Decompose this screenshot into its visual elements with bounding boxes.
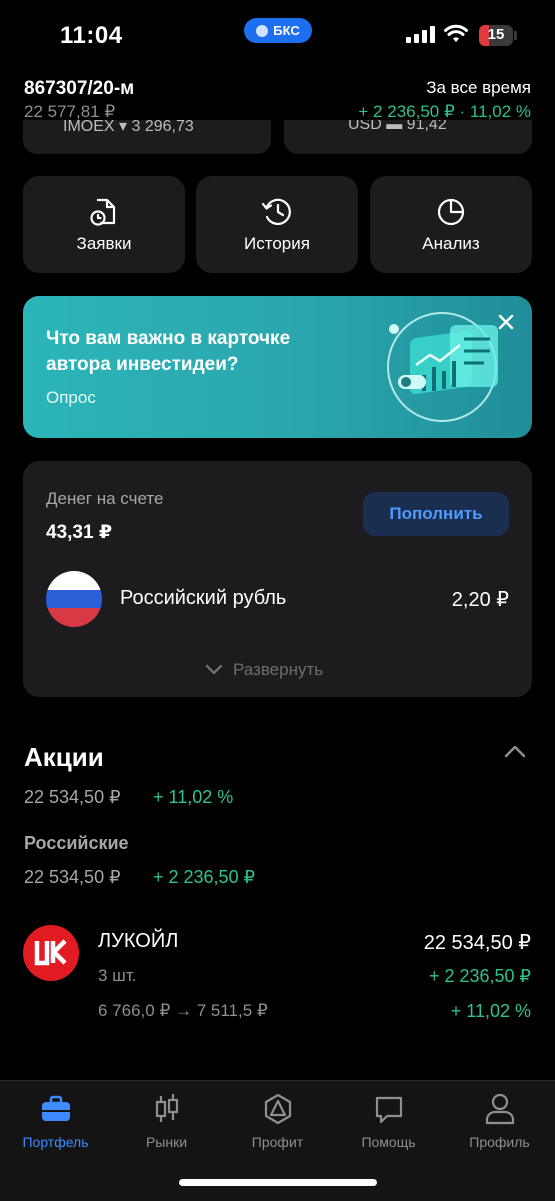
ticker-usd: USD ▬ 91,42 bbox=[348, 120, 447, 133]
period-gain: + 2 236,50 ₽ · 11,02 % bbox=[358, 102, 531, 121]
analysis-button[interactable]: Анализ bbox=[370, 176, 532, 273]
account-number[interactable]: 867307/20-м bbox=[24, 78, 134, 100]
battery-level: 15 bbox=[487, 26, 505, 43]
tab-profit[interactable]: Профит bbox=[222, 1092, 333, 1150]
candlestick-icon bbox=[155, 1094, 178, 1122]
tab-profile-label: Профиль bbox=[469, 1134, 530, 1150]
russian-stocks-title: Российские bbox=[24, 833, 129, 853]
tab-help-label: Помощь bbox=[361, 1134, 416, 1150]
cellular-signal-icon bbox=[406, 26, 435, 43]
topup-button[interactable]: Пополнить bbox=[363, 492, 509, 536]
tab-markets-label: Рынки bbox=[145, 1134, 188, 1150]
stock-pct: + 11,02 % bbox=[450, 1001, 531, 1021]
chevron-down-icon bbox=[205, 664, 223, 675]
account-total: 22 577,81 ₽ bbox=[24, 102, 116, 121]
home-indicator bbox=[179, 1179, 377, 1186]
russian-stocks-gain: + 2 236,50 ₽ bbox=[153, 867, 256, 887]
battery-icon: 15 bbox=[479, 25, 513, 46]
profit-hexagon-icon bbox=[264, 1093, 291, 1125]
cash-label: Денег на счете bbox=[46, 489, 164, 508]
ticker-card-usd[interactable]: USD ▬ 91,42 bbox=[284, 120, 532, 154]
stock-name[interactable]: ЛУКОЙЛ bbox=[98, 930, 178, 953]
stocks-pct: + 11,02 % bbox=[153, 787, 234, 807]
expand-button[interactable]: Развернуть bbox=[205, 660, 323, 680]
pie-chart-icon bbox=[437, 198, 465, 226]
orders-label: Заявки bbox=[76, 234, 132, 253]
tab-profit-label: Профит bbox=[251, 1134, 304, 1150]
russian-stocks-sum: 22 534,50 ₽ bbox=[24, 867, 121, 887]
stock-price-change: 6 766,0 ₽ → 7 511,5 ₽ bbox=[98, 1001, 268, 1020]
tab-markets[interactable]: Рынки bbox=[111, 1092, 222, 1150]
stock-value: 22 534,50 ₽ bbox=[423, 932, 531, 954]
chart-illustration-icon bbox=[387, 312, 498, 422]
survey-link[interactable]: Опрос bbox=[46, 388, 96, 408]
tab-profile[interactable]: Профиль bbox=[444, 1092, 555, 1150]
tab-portfolio[interactable]: Портфель bbox=[0, 1092, 111, 1150]
history-button[interactable]: История bbox=[196, 176, 358, 273]
currency-value: 2,20 ₽ bbox=[451, 589, 509, 611]
stock-gain: + 2 236,50 ₽ bbox=[428, 966, 531, 986]
ticker-card-imoex[interactable]: IMOEX ▾ 3 296,73 bbox=[23, 120, 271, 154]
cash-value: 43,31 ₽ bbox=[46, 522, 113, 543]
wifi-icon bbox=[444, 24, 468, 42]
survey-title: Что вам важно в карточке автора инвестид… bbox=[46, 328, 291, 375]
battery-tip bbox=[514, 31, 517, 40]
chat-bubble-icon bbox=[375, 1096, 402, 1124]
stocks-title: Акции bbox=[24, 742, 104, 772]
analysis-label: Анализ bbox=[422, 234, 480, 253]
expand-label: Развернуть bbox=[233, 660, 324, 679]
bks-logo-icon bbox=[256, 24, 269, 37]
chevron-up-icon[interactable] bbox=[504, 744, 526, 758]
user-icon bbox=[485, 1093, 514, 1125]
russia-flag-icon bbox=[46, 571, 102, 627]
orders-button[interactable]: Заявки bbox=[23, 176, 185, 273]
stocks-sum: 22 534,50 ₽ bbox=[24, 787, 121, 807]
carrier-pill-label: БКС bbox=[273, 23, 300, 38]
currency-name[interactable]: Российский рубль bbox=[120, 587, 286, 610]
history-label: История bbox=[244, 234, 310, 253]
briefcase-icon bbox=[41, 1095, 70, 1121]
carrier-pill: БКС bbox=[244, 18, 312, 43]
close-icon[interactable] bbox=[495, 311, 517, 333]
tab-portfolio-label: Портфель bbox=[22, 1134, 89, 1150]
ticker-imoex: IMOEX ▾ 3 296,73 bbox=[63, 120, 194, 135]
lukoil-logo-icon bbox=[23, 925, 79, 981]
history-icon bbox=[261, 198, 291, 225]
status-time: 11:04 bbox=[60, 22, 123, 49]
stock-quantity: 3 шт. bbox=[98, 966, 137, 985]
tab-help[interactable]: Помощь bbox=[333, 1092, 444, 1150]
orders-icon bbox=[90, 198, 116, 226]
period-selector[interactable]: За все время bbox=[426, 78, 531, 98]
